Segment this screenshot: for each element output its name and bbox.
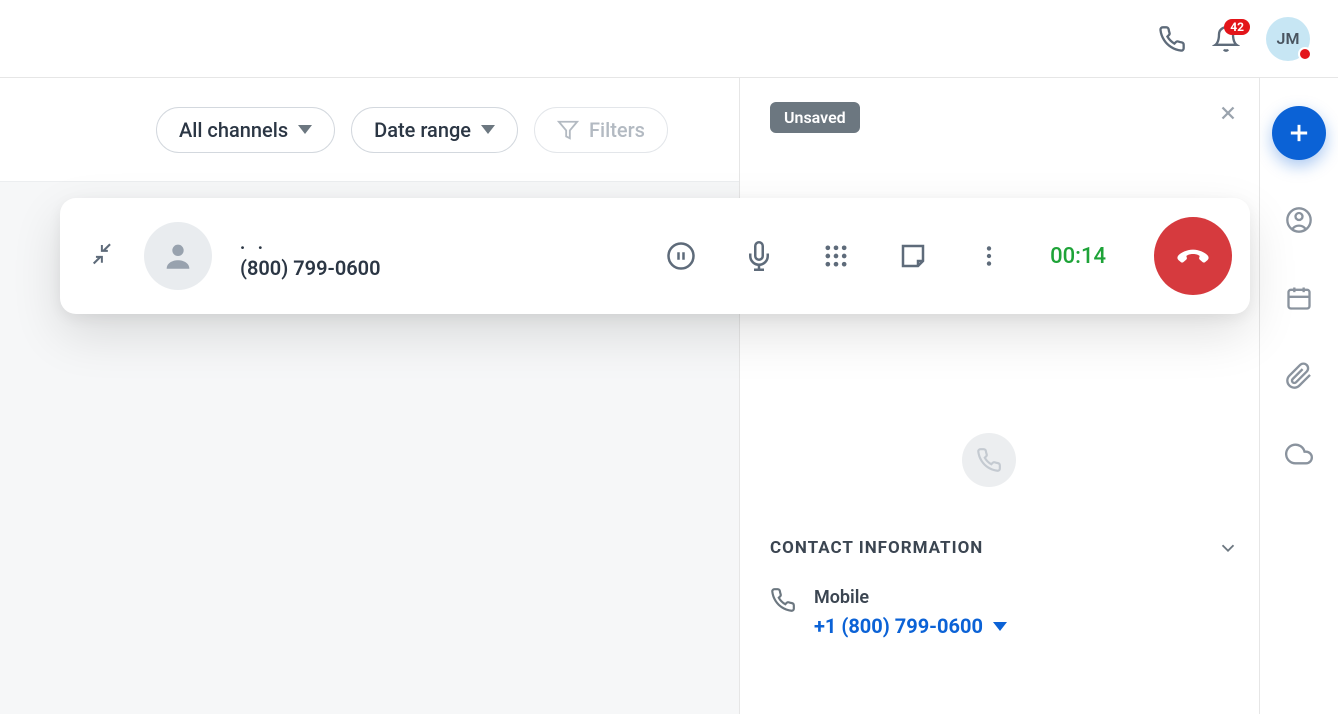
caller-name: . . — [240, 233, 381, 254]
hold-button[interactable] — [666, 241, 696, 271]
chevron-down-icon — [993, 622, 1007, 631]
main-layout: All channels Date range Filters Unsaved … — [0, 78, 1338, 714]
notes-button[interactable] — [898, 241, 928, 271]
close-icon[interactable] — [1217, 102, 1239, 128]
chevron-down-icon — [1217, 537, 1239, 559]
filter-icon — [557, 119, 579, 141]
date-range-label: Date range — [374, 118, 471, 142]
phone-icon — [770, 587, 796, 617]
channels-label: All channels — [179, 118, 288, 142]
contact-type-label: Mobile — [814, 587, 1007, 608]
profile-icon[interactable] — [1285, 206, 1313, 238]
microphone-icon — [744, 241, 774, 271]
chevron-down-icon — [298, 125, 312, 134]
filter-toolbar: All channels Date range Filters — [0, 78, 739, 182]
left-area: All channels Date range Filters — [0, 78, 740, 714]
contact-phone-value: +1 (800) 799-0600 — [814, 614, 983, 638]
hangup-icon — [1174, 237, 1212, 275]
call-actions: 00:14 — [666, 217, 1232, 295]
dialpad-button[interactable] — [822, 242, 850, 270]
right-rail — [1260, 78, 1338, 714]
section-title: CONTACT INFORMATION — [770, 538, 983, 558]
more-options-button[interactable] — [976, 243, 1002, 269]
pause-icon — [666, 241, 696, 271]
mute-button[interactable] — [744, 241, 774, 271]
cloud-icon[interactable] — [1285, 440, 1313, 472]
contact-phone-dropdown[interactable]: +1 (800) 799-0600 — [814, 614, 1007, 638]
date-range-dropdown[interactable]: Date range — [351, 107, 518, 153]
avatar[interactable]: JM — [1266, 17, 1310, 61]
add-button[interactable] — [1272, 106, 1326, 160]
chevron-down-icon — [481, 125, 495, 134]
channels-dropdown[interactable]: All channels — [156, 107, 335, 153]
calendar-icon[interactable] — [1285, 284, 1313, 316]
hangup-button[interactable] — [1154, 217, 1232, 295]
caller-info: . . (800) 799-0600 — [240, 233, 381, 280]
active-call-bar: . . (800) 799-0600 00:14 — [60, 198, 1250, 314]
avatar-initials: JM — [1277, 29, 1300, 48]
plus-icon — [1285, 119, 1313, 147]
call-timer: 00:14 — [1050, 244, 1106, 269]
app-header: 42 JM — [0, 0, 1338, 78]
notification-badge: 42 — [1224, 19, 1250, 35]
more-vertical-icon — [976, 243, 1002, 269]
call-activity-icon — [962, 433, 1016, 487]
phone-icon[interactable] — [1158, 25, 1186, 53]
filters-button[interactable]: Filters — [534, 107, 668, 153]
filters-label: Filters — [589, 118, 645, 142]
caller-number: (800) 799-0600 — [240, 256, 381, 280]
contact-mobile-row: Mobile +1 (800) 799-0600 — [770, 587, 1239, 638]
contact-panel: Unsaved CONTACT INFORMATION Mobile +1 (8… — [740, 78, 1260, 714]
status-badge: Unsaved — [770, 102, 860, 133]
dialpad-icon — [822, 242, 850, 270]
status-dot-icon — [1298, 47, 1312, 61]
collapse-icon[interactable] — [88, 240, 116, 272]
caller-avatar — [144, 222, 212, 290]
attachment-icon[interactable] — [1285, 362, 1313, 394]
bell-icon[interactable]: 42 — [1212, 25, 1240, 53]
note-icon — [898, 241, 928, 271]
contact-info-section-header[interactable]: CONTACT INFORMATION — [770, 537, 1239, 559]
